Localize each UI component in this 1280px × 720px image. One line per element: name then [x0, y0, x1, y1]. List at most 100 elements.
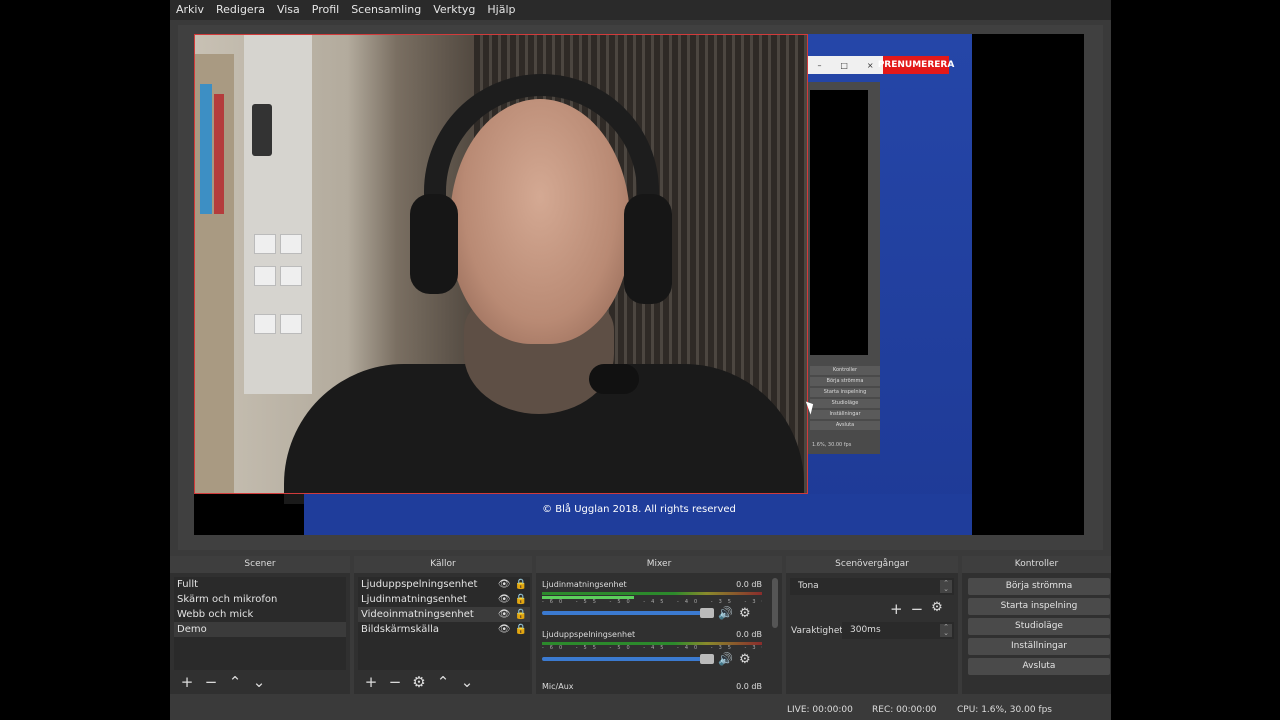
menu-scensamling[interactable]: Scensamling [345, 0, 427, 20]
start-streaming-button[interactable]: Börja strömma [968, 578, 1110, 595]
source-label: Videoinmatningsenhet [361, 609, 474, 620]
source-settings-gear-icon[interactable]: ⚙ [412, 673, 426, 691]
transition-select[interactable]: Tona ⌃ ⌄ [790, 578, 954, 595]
source-label: Ljudinmatningsenhet [361, 594, 467, 605]
scene-item[interactable]: Fullt [174, 577, 346, 592]
speaker-icon[interactable]: 🔊 [718, 606, 733, 620]
menu-arkiv[interactable]: Arkiv [170, 0, 210, 20]
channel-db: 0.0 dB [736, 630, 762, 639]
move-down-icon[interactable]: ⌄ [460, 673, 474, 691]
screen-capture-source[interactable]: – □ × PRENUMERERA Kontroller Börja ström… [808, 34, 972, 535]
mini-close-icon: × [866, 60, 874, 70]
exit-button[interactable]: Avsluta [968, 658, 1110, 675]
remove-source-button[interactable]: − [388, 673, 402, 691]
mixer-dock: Mixer Ljudinmatningsenhet 0.0 dB -60 -55 … [536, 556, 782, 694]
studio-mode-button[interactable]: Studioläge [968, 618, 1110, 635]
sources-dock: Källor Ljuduppspelningsenhet 👁 🔒 Ljudinma… [354, 556, 532, 694]
spinner-arrows-icon[interactable]: ⌃ ⌄ [940, 624, 952, 637]
menu-redigera[interactable]: Redigera [210, 0, 271, 20]
eye-icon[interactable]: 👁 [498, 592, 511, 607]
speaker-icon[interactable]: 🔊 [718, 652, 733, 666]
source-item[interactable]: Ljuduppspelningsenhet 👁 🔒 [358, 577, 530, 592]
mini-button: Studioläge [810, 399, 880, 408]
remove-scene-button[interactable]: − [204, 673, 218, 691]
mini-window-titlebar: – □ × [808, 56, 883, 74]
menu-profil[interactable]: Profil [306, 0, 345, 20]
live-timer: LIVE: 00:00:00 [787, 705, 853, 715]
meter-ticks: -60 -55 -50 -45 -40 -35 -30 -25 -20 -15 … [542, 645, 762, 651]
slider-handle[interactable] [700, 608, 714, 618]
move-down-icon[interactable]: ⌄ [252, 673, 266, 691]
scene-item-selected[interactable]: Demo [174, 622, 346, 637]
menu-verktyg[interactable]: Verktyg [427, 0, 481, 20]
menu-visa[interactable]: Visa [271, 0, 306, 20]
mini-maximize-icon: □ [840, 60, 848, 70]
eye-icon[interactable]: 👁 [498, 622, 511, 637]
mixer-scrollbar[interactable] [772, 578, 778, 628]
meter-ticks: -60 -55 -50 -45 -40 -35 -30 -25 -20 -15 … [542, 599, 762, 605]
mini-button: Kontroller [810, 366, 880, 375]
lock-icon[interactable]: 🔒 [515, 592, 527, 607]
menu-hjalp[interactable]: Hjälp [481, 0, 521, 20]
controls-dock-title: Kontroller [962, 556, 1111, 573]
add-transition-button[interactable]: + [890, 600, 903, 618]
webcam-source[interactable] [194, 34, 808, 504]
preview-area: – □ × PRENUMERERA Kontroller Börja ström… [178, 25, 1103, 550]
remove-transition-button[interactable]: − [911, 600, 924, 618]
volume-meter [542, 592, 762, 595]
add-scene-button[interactable]: + [180, 673, 194, 691]
scenes-toolbar: + − ⌃ ⌄ [174, 672, 266, 692]
mixer-channel: Ljudinmatningsenhet 0.0 dB -60 -55 -50 -4… [542, 580, 762, 621]
source-label: Bildskärmskälla [361, 624, 440, 635]
mini-button: Starta inspelning [810, 388, 880, 397]
channel-name: Mic/Aux [542, 682, 574, 691]
scene-item[interactable]: Webb och mick [174, 607, 346, 622]
mini-button: Avsluta [810, 421, 880, 430]
subscribe-badge: PRENUMERERA [878, 56, 954, 74]
channel-db: 0.0 dB [736, 580, 762, 589]
start-recording-button[interactable]: Starta inspelning [968, 598, 1110, 615]
lock-icon[interactable]: 🔒 [515, 622, 527, 637]
menu-bar: Arkiv Redigera Visa Profil Scensamling V… [170, 0, 1111, 20]
move-up-icon[interactable]: ⌃ [228, 673, 242, 691]
mini-status: 1.6%, 30.00 fps [812, 442, 852, 448]
lock-icon[interactable]: 🔒 [515, 607, 527, 622]
channel-gear-icon[interactable]: ⚙ [739, 652, 751, 667]
scenes-dock-title: Scener [170, 556, 350, 573]
dropdown-arrow-icon: ⌃ ⌄ [940, 580, 952, 593]
obs-window: Arkiv Redigera Visa Profil Scensamling V… [170, 0, 1111, 720]
sources-list: Ljuduppspelningsenhet 👁 🔒 Ljudinmatningse… [358, 577, 530, 670]
add-source-button[interactable]: + [364, 673, 378, 691]
source-item-selected[interactable]: Videoinmatningsenhet 👁 🔒 [358, 607, 530, 622]
slider-handle[interactable] [700, 654, 714, 664]
eye-icon[interactable]: 👁 [498, 577, 511, 592]
source-label: Ljuduppspelningsenhet [361, 579, 478, 590]
sources-toolbar: + − ⚙ ⌃ ⌄ [358, 672, 474, 692]
mixer-dock-title: Mixer [536, 556, 782, 573]
channel-gear-icon[interactable]: ⚙ [739, 606, 751, 621]
mini-button: Inställningar [810, 410, 880, 419]
mini-preview [810, 90, 868, 355]
settings-button[interactable]: Inställningar [968, 638, 1110, 655]
source-selection-border [194, 34, 808, 494]
volume-slider[interactable] [542, 608, 714, 618]
move-up-icon[interactable]: ⌃ [436, 673, 450, 691]
transitions-dock-title: Scenövergångar [786, 556, 958, 573]
eye-icon[interactable]: 👁 [498, 607, 511, 622]
duration-value: 300ms [850, 625, 881, 635]
volume-slider[interactable] [542, 654, 714, 664]
preview-canvas[interactable]: – □ × PRENUMERERA Kontroller Börja ström… [194, 34, 1084, 535]
source-item[interactable]: Bildskärmskälla 👁 🔒 [358, 622, 530, 637]
source-item[interactable]: Ljudinmatningsenhet 👁 🔒 [358, 592, 530, 607]
copyright-text: © Blå Ugglan 2018. All rights reserved [542, 504, 736, 515]
transition-gear-icon[interactable]: ⚙ [931, 600, 943, 618]
mixer-channel: Ljuduppspelningsenhet 0.0 dB -60 -55 -50 … [542, 630, 762, 667]
scenes-dock: Scener Fullt Skärm och mikrofon Webb och… [170, 556, 350, 694]
duration-field[interactable]: 300ms ⌃ ⌄ [842, 622, 954, 639]
mini-button: Börja strömma [810, 377, 880, 386]
controls-dock: Kontroller Börja strömma Starta inspelni… [962, 556, 1111, 694]
lock-icon[interactable]: 🔒 [515, 577, 527, 592]
mini-minimize-icon: – [817, 60, 822, 70]
scene-item[interactable]: Skärm och mikrofon [174, 592, 346, 607]
sources-dock-title: Källor [354, 556, 532, 573]
